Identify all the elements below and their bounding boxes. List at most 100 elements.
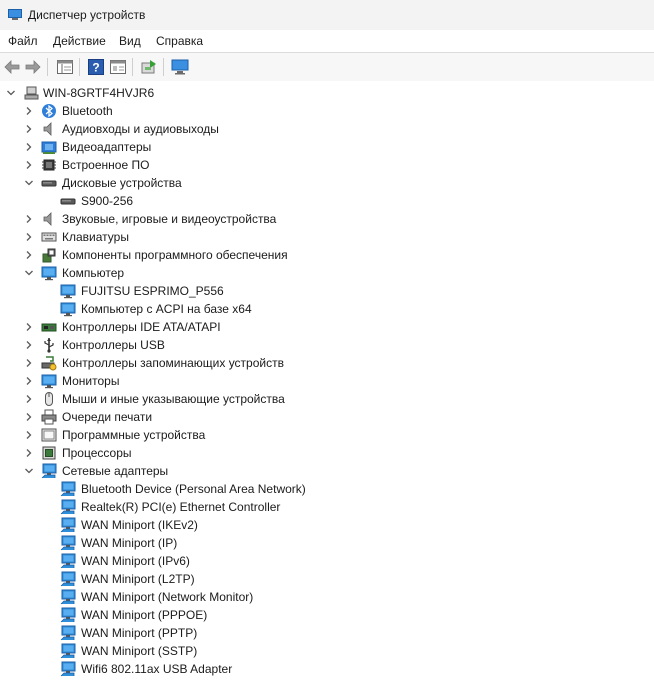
- category-label: Аудиовходы и аудиовыходы: [62, 122, 219, 136]
- properties-button[interactable]: [108, 57, 128, 77]
- properties-icon: [110, 60, 126, 74]
- chevron-down-icon[interactable]: [24, 466, 34, 476]
- update-driver-icon: [141, 60, 156, 74]
- device-item[interactable]: WAN Miniport (PPTP): [0, 624, 560, 642]
- chevron-right-icon[interactable]: [24, 358, 34, 368]
- device-label: WAN Miniport (Network Monitor): [81, 590, 254, 604]
- device-item[interactable]: Компьютер с ACPI на базе x64: [0, 300, 560, 318]
- toolbar-separator: [163, 58, 164, 76]
- category-label: Дисковые устройства: [62, 176, 182, 190]
- device-label: WAN Miniport (SSTP): [81, 644, 198, 658]
- device-item[interactable]: S900-256: [0, 192, 560, 210]
- device-item[interactable]: Wifi6 802.11ax USB Adapter: [0, 660, 560, 678]
- chevron-right-icon[interactable]: [24, 340, 34, 350]
- menu-action[interactable]: Действие: [53, 34, 106, 48]
- ide-controller-icon: [41, 323, 57, 332]
- category-item[interactable]: Дисковые устройства: [0, 174, 560, 192]
- category-item[interactable]: Компьютер: [0, 264, 560, 282]
- category-item[interactable]: Контроллеры IDE ATA/ATAPI: [0, 318, 560, 336]
- usb-icon: [44, 338, 54, 353]
- chevron-right-icon[interactable]: [24, 376, 34, 386]
- printer-icon: [41, 409, 57, 425]
- network-adapter-icon: [60, 607, 76, 623]
- menu-file[interactable]: Файл: [8, 34, 38, 48]
- device-manager-icon: [8, 9, 22, 20]
- chevron-right-icon[interactable]: [24, 448, 34, 458]
- chevron-right-icon[interactable]: [24, 394, 34, 404]
- toolbar-separator: [47, 58, 48, 76]
- show-hide-console-tree-button[interactable]: [55, 57, 75, 77]
- category-item[interactable]: Компоненты программного обеспечения: [0, 246, 560, 264]
- category-item[interactable]: Очереди печати: [0, 408, 560, 426]
- monitor-icon: [41, 266, 57, 281]
- category-item[interactable]: Контроллеры USB: [0, 336, 560, 354]
- device-item[interactable]: WAN Miniport (L2TP): [0, 570, 560, 588]
- device-label: WAN Miniport (IKEv2): [81, 518, 198, 532]
- category-label: Видеоадаптеры: [62, 140, 152, 154]
- device-label: Bluetooth Device (Personal Area Network): [81, 482, 306, 496]
- chevron-right-icon[interactable]: [24, 430, 34, 440]
- chevron-down-icon[interactable]: [24, 178, 34, 188]
- category-label: Контроллеры USB: [62, 338, 165, 352]
- forward-arrow-icon: [25, 60, 41, 74]
- device-label: WAN Miniport (IP): [81, 536, 178, 550]
- category-item[interactable]: Мыши и иные указывающие устройства: [0, 390, 560, 408]
- storage-controller-icon: [41, 356, 57, 371]
- category-item[interactable]: Клавиатуры: [0, 228, 560, 246]
- chevron-down-icon[interactable]: [6, 88, 16, 98]
- category-label: Мониторы: [62, 374, 120, 388]
- chevron-right-icon[interactable]: [24, 322, 34, 332]
- category-item[interactable]: Процессоры: [0, 444, 560, 462]
- chevron-right-icon[interactable]: [24, 124, 34, 134]
- chevron-right-icon[interactable]: [24, 106, 34, 116]
- back-button[interactable]: [2, 57, 22, 77]
- device-item[interactable]: WAN Miniport (IPv6): [0, 552, 560, 570]
- device-item[interactable]: WAN Miniport (PPPOE): [0, 606, 560, 624]
- firmware-icon: [42, 159, 56, 171]
- chevron-down-icon[interactable]: [24, 268, 34, 278]
- category-item[interactable]: Звуковые, игровые и видеоустройства: [0, 210, 560, 228]
- device-item[interactable]: WAN Miniport (IP): [0, 534, 560, 552]
- category-label: Мыши и иные указывающие устройства: [62, 392, 285, 406]
- update-driver-button[interactable]: [139, 57, 159, 77]
- device-label: WAN Miniport (L2TP): [81, 572, 195, 586]
- category-label: Bluetooth: [62, 104, 113, 118]
- category-item[interactable]: Аудиовходы и аудиовыходы: [0, 120, 560, 138]
- chevron-right-icon[interactable]: [24, 160, 34, 170]
- category-label: Звуковые, игровые и видеоустройства: [62, 212, 277, 226]
- chevron-right-icon[interactable]: [24, 142, 34, 152]
- chevron-right-icon[interactable]: [24, 214, 34, 224]
- chevron-right-icon[interactable]: [24, 250, 34, 260]
- monitor-icon: [41, 374, 57, 389]
- device-item[interactable]: WAN Miniport (SSTP): [0, 642, 560, 660]
- device-item[interactable]: Realtek(R) PCI(e) Ethernet Controller: [0, 498, 560, 516]
- chevron-right-icon[interactable]: [24, 232, 34, 242]
- chevron-right-icon[interactable]: [24, 412, 34, 422]
- menu-help[interactable]: Справка: [156, 34, 203, 48]
- device-item[interactable]: WAN Miniport (Network Monitor): [0, 588, 560, 606]
- scan-hardware-button[interactable]: [170, 57, 190, 77]
- category-item[interactable]: Видеоадаптеры: [0, 138, 560, 156]
- category-item[interactable]: Сетевые адаптеры: [0, 462, 560, 480]
- category-item[interactable]: Встроенное ПО: [0, 156, 560, 174]
- network-adapter-icon: [60, 535, 76, 551]
- category-item[interactable]: Мониторы: [0, 372, 560, 390]
- menu-bar: Файл Действие Вид Справка: [0, 30, 654, 52]
- menu-view[interactable]: Вид: [119, 34, 141, 48]
- network-adapter-icon: [60, 625, 76, 641]
- device-item[interactable]: WAN Miniport (IKEv2): [0, 516, 560, 534]
- network-adapter-icon: [60, 481, 76, 497]
- category-item[interactable]: Контроллеры запоминающих устройств: [0, 354, 560, 372]
- tree-root[interactable]: WIN-8GRTF4HVJR6: [0, 84, 300, 102]
- category-item[interactable]: Bluetooth: [0, 102, 560, 120]
- device-item[interactable]: Bluetooth Device (Personal Area Network): [0, 480, 560, 498]
- category-item[interactable]: Программные устройства: [0, 426, 560, 444]
- device-item[interactable]: FUJITSU ESPRIMO_P556: [0, 282, 560, 300]
- svg-text:?: ?: [92, 61, 99, 75]
- toolbar-separator: [79, 58, 80, 76]
- forward-button[interactable]: [23, 57, 43, 77]
- device-label: Wifi6 802.11ax USB Adapter: [81, 662, 233, 676]
- network-adapter-icon: [60, 643, 76, 659]
- monitor-icon: [60, 302, 76, 317]
- help-button[interactable]: ?: [86, 57, 106, 77]
